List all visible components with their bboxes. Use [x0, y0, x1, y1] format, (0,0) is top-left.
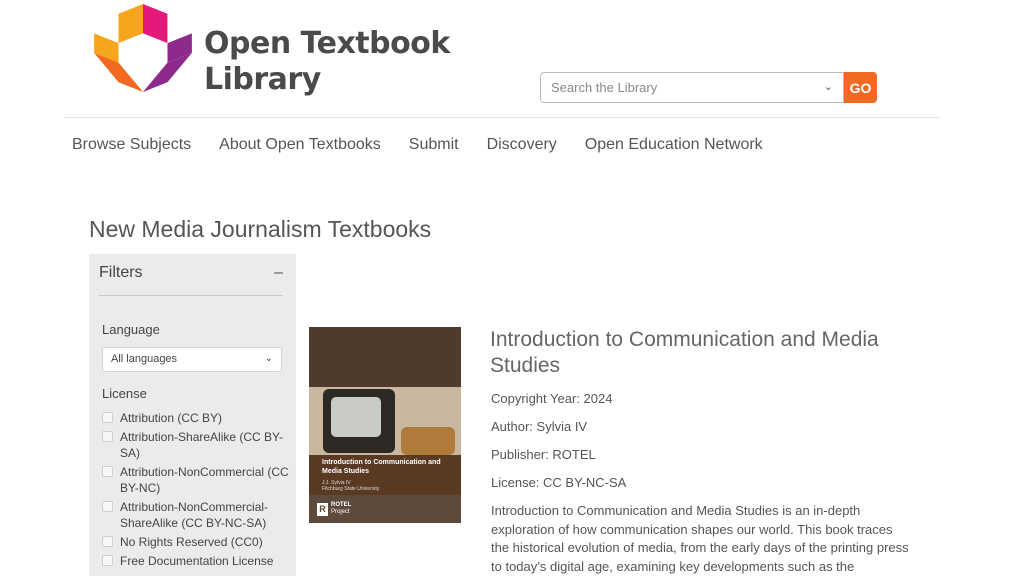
- cover-publisher-badge: R ROTEL Project: [317, 502, 351, 516]
- license-label: License: [102, 386, 147, 401]
- radio-icon: [401, 427, 455, 455]
- site-logo[interactable]: Open Textbook Library: [94, 4, 450, 97]
- license-option[interactable]: Attribution-NonCommercial (CC BY-NC): [102, 464, 292, 496]
- license-option-label: Attribution (CC BY): [120, 411, 223, 425]
- license-option[interactable]: Attribution-NonCommercial-ShareAlike (CC…: [102, 499, 292, 531]
- license-option[interactable]: Free Documentation License: [102, 553, 292, 569]
- license-option[interactable]: Attribution-ShareAlike (CC BY-SA): [102, 429, 292, 461]
- language-label: Language: [102, 322, 160, 337]
- book-copyright: Copyright Year: 2024: [491, 391, 613, 406]
- rotel-logo-icon: R: [317, 502, 328, 516]
- cover-art-shelf: [309, 327, 461, 387]
- nav-discovery[interactable]: Discovery: [487, 136, 557, 154]
- logo-wordmark: Open Textbook Library: [204, 26, 450, 98]
- cover-title: Introduction to Communication and Media …: [322, 459, 441, 475]
- language-select[interactable]: All languages ⌄: [102, 347, 282, 372]
- license-checkbox[interactable]: [102, 412, 113, 423]
- license-checkbox[interactable]: [102, 466, 113, 477]
- page-title: New Media Journalism Textbooks: [89, 216, 432, 242]
- badge-line-1: ROTEL: [331, 502, 352, 508]
- cover-author: J.J. Sylvia IV Fitchburg State Universit…: [322, 480, 442, 492]
- license-option[interactable]: Attribution (CC BY): [102, 410, 292, 426]
- book-publisher: Publisher: ROTEL: [491, 447, 596, 462]
- logo-mark-icon: [94, 4, 192, 92]
- license-checkbox[interactable]: [102, 555, 113, 566]
- collapse-icon[interactable]: –: [274, 264, 283, 282]
- logo-line-1: Open Textbook: [204, 26, 450, 61]
- book-title-link[interactable]: Introduction to Communication and Media …: [490, 327, 910, 379]
- book-license: License: CC BY-NC-SA: [491, 475, 627, 490]
- search-input[interactable]: [551, 80, 801, 95]
- badge-line-2: Project: [331, 509, 350, 515]
- license-option-label: Attribution-NonCommercial-ShareAlike (CC…: [120, 500, 269, 530]
- filters-header[interactable]: Filters –: [99, 264, 283, 296]
- license-option[interactable]: No Rights Reserved (CC0): [102, 534, 292, 550]
- cover-institution: Fitchburg State University: [322, 486, 380, 492]
- license-checkbox[interactable]: [102, 431, 113, 442]
- language-selected: All languages: [111, 353, 178, 365]
- filters-panel: Filters – Language All languages ⌄ Licen…: [89, 254, 296, 576]
- search-bar: ⌄ GO: [540, 72, 877, 103]
- nav-browse-subjects[interactable]: Browse Subjects: [72, 136, 191, 154]
- license-checkbox[interactable]: [102, 536, 113, 547]
- license-option-label: Attribution-ShareAlike (CC BY-SA): [120, 430, 283, 460]
- tv-icon: [323, 389, 395, 453]
- book-author: Author: Sylvia IV: [491, 419, 588, 434]
- search-field[interactable]: ⌄: [540, 72, 844, 103]
- book-cover[interactable]: Introduction to Communication and Media …: [309, 327, 461, 523]
- nav-about-open-textbooks[interactable]: About Open Textbooks: [219, 136, 381, 154]
- nav-submit[interactable]: Submit: [409, 136, 459, 154]
- filters-title: Filters: [99, 264, 143, 281]
- license-option-label: No Rights Reserved (CC0): [120, 535, 263, 549]
- license-list: Attribution (CC BY) Attribution-ShareAli…: [102, 410, 292, 572]
- license-option-label: Free Documentation License: [120, 554, 274, 568]
- license-checkbox[interactable]: [102, 501, 113, 512]
- nav-open-education-network[interactable]: Open Education Network: [585, 136, 763, 154]
- book-description: Introduction to Communication and Media …: [491, 503, 909, 574]
- main-nav: Browse Subjects About Open Textbooks Sub…: [72, 136, 763, 154]
- license-option-label: Attribution-NonCommercial (CC BY-NC): [120, 465, 289, 495]
- header-divider: [64, 117, 940, 118]
- chevron-down-icon[interactable]: ⌄: [824, 80, 833, 93]
- logo-line-2: Library: [204, 62, 321, 97]
- go-button[interactable]: GO: [844, 72, 877, 103]
- chevron-down-icon: ⌄: [264, 353, 273, 364]
